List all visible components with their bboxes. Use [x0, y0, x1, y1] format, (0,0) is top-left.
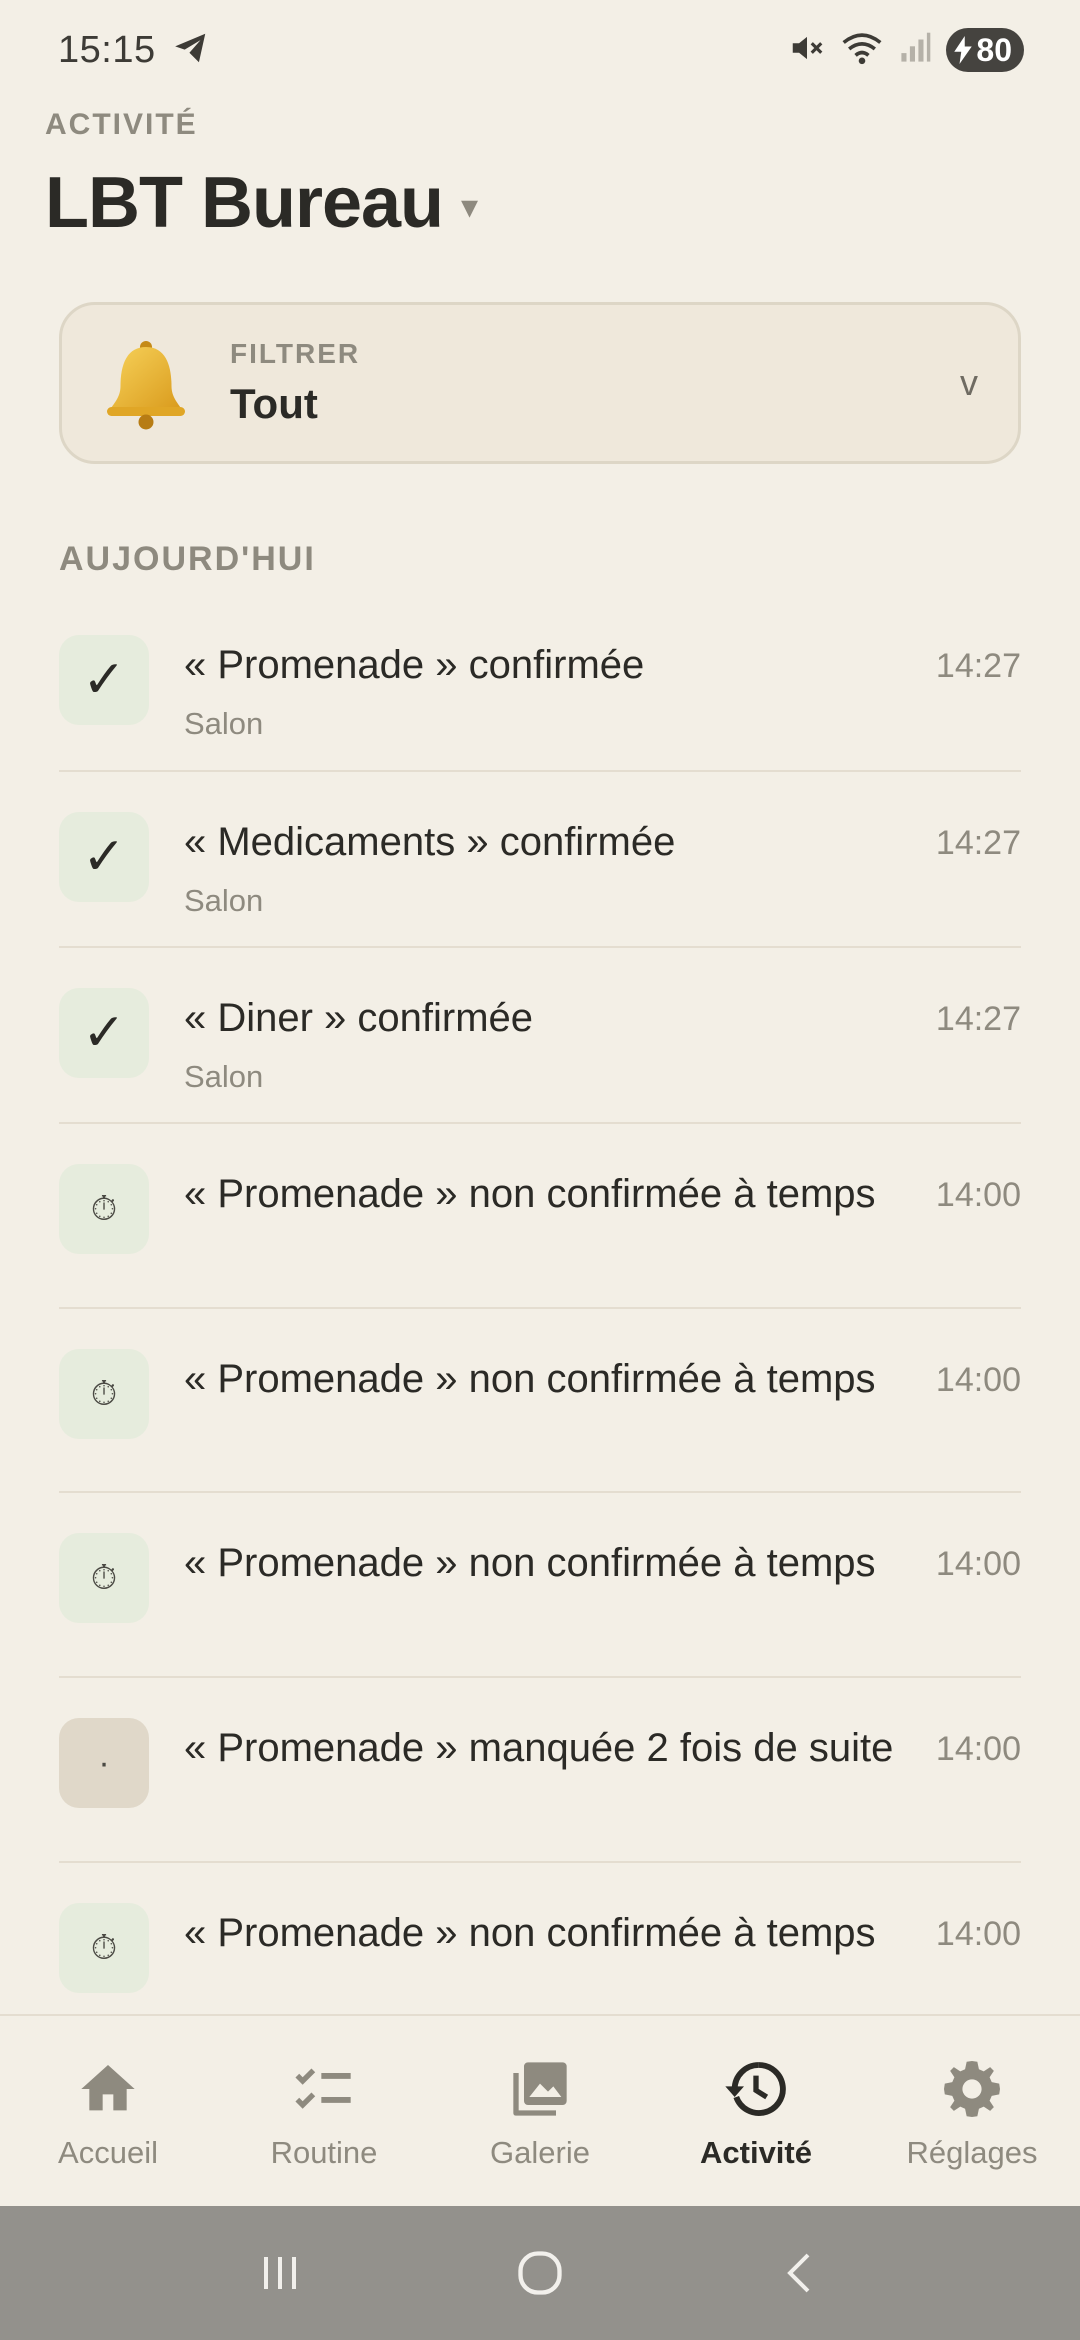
- item-title: « Promenade » non confirmée à temps: [184, 1172, 876, 1216]
- list-item[interactable]: ⏱ « Promenade » non confirmée à temps 14…: [59, 1309, 1021, 1493]
- filter-label: FILTRER: [230, 338, 361, 369]
- list-item[interactable]: ⏱ « Promenade » non confirmée à temps 14…: [59, 1124, 1021, 1309]
- item-time: 14:00: [935, 1730, 1021, 1768]
- checklist-icon: [295, 2068, 351, 2109]
- item-title: « Promenade » non confirmée à temps: [184, 1357, 876, 1401]
- filter-value: Tout: [230, 380, 318, 427]
- dot-icon: ·: [59, 1718, 149, 1808]
- list-item[interactable]: ✓ « Promenade » confirmée Salon 14:27: [59, 595, 1021, 772]
- item-subtitle: Salon: [184, 883, 264, 918]
- nav-item-home[interactable]: Accueil: [8, 2051, 208, 2171]
- status-left: 15:15: [58, 29, 210, 72]
- nav-label-gallery: Galerie: [490, 2135, 590, 2170]
- history-icon: [725, 2062, 786, 2116]
- back-icon: [787, 2253, 810, 2293]
- gear-icon: [944, 2061, 1000, 2117]
- nav-item-activity[interactable]: Activité: [656, 2051, 856, 2171]
- header: ACTIVITÉ LBT Bureau ▾: [45, 108, 478, 244]
- item-time: 14:00: [935, 1176, 1021, 1214]
- nav-label-settings: Réglages: [906, 2135, 1038, 2170]
- item-title: « Diner » confirmée: [184, 996, 534, 1040]
- page-eyebrow: ACTIVITÉ: [45, 108, 198, 141]
- status-bar: 15:15 80: [0, 0, 1080, 100]
- stopwatch-icon: ⏱: [59, 1533, 149, 1623]
- caret-down-icon: ▾: [461, 188, 479, 226]
- checkmark-icon: ✓: [59, 988, 149, 1078]
- home-system-button[interactable]: [495, 2228, 585, 2318]
- item-title: « Promenade » manquée 2 fois de suite: [184, 1726, 894, 1770]
- stopwatch-icon: ⏱: [59, 1349, 149, 1439]
- checkmark-icon: ✓: [59, 812, 149, 902]
- home-circle-icon: [518, 2251, 562, 2295]
- nav-label-home: Accueil: [58, 2135, 158, 2170]
- nav-label-routine: Routine: [270, 2135, 378, 2170]
- item-time: 14:00: [935, 1361, 1021, 1399]
- bell-icon: [107, 341, 185, 430]
- telegram-icon: [172, 29, 210, 72]
- item-time: 14:27: [935, 824, 1021, 862]
- back-button[interactable]: [755, 2228, 845, 2318]
- filter-dropdown[interactable]: FILTRER Tout v: [59, 302, 1021, 464]
- nav-item-settings[interactable]: Réglages: [872, 2051, 1072, 2171]
- list-item[interactable]: ✓ « Diner » confirmée Salon 14:27: [59, 948, 1021, 1124]
- list-item[interactable]: · « Promenade » manquée 2 fois de suite …: [59, 1678, 1021, 1863]
- item-time: 14:27: [935, 1000, 1021, 1038]
- filter-texts: FILTRER Tout: [230, 338, 960, 428]
- list-item[interactable]: ✓ « Medicaments » confirmée Salon 14:27: [59, 772, 1021, 948]
- item-time: 14:00: [935, 1915, 1021, 1953]
- list-item[interactable]: ⏱ « Promenade » non confirmée à temps 14…: [59, 1493, 1021, 1678]
- checkmark-icon: ✓: [59, 635, 149, 725]
- battery-indicator: 80: [946, 28, 1024, 72]
- location-selector[interactable]: LBT Bureau ▾: [45, 162, 478, 244]
- item-time: 14:27: [935, 647, 1021, 685]
- activity-list: ✓ « Promenade » confirmée Salon 14:27 ✓ …: [59, 595, 1021, 2048]
- nav-item-routine[interactable]: Routine: [224, 2051, 424, 2171]
- item-title: « Promenade » confirmée: [184, 643, 645, 687]
- item-subtitle: Salon: [184, 1059, 264, 1094]
- signal-icon: [898, 31, 932, 70]
- status-right: 80: [788, 28, 1024, 72]
- page-title: LBT Bureau: [45, 163, 444, 243]
- stopwatch-icon: ⏱: [59, 1903, 149, 1993]
- gallery-icon: [513, 2062, 567, 2116]
- item-title: « Medicaments » confirmée: [184, 820, 676, 864]
- wifi-icon: [840, 29, 884, 72]
- status-time: 15:15: [58, 28, 156, 71]
- item-subtitle: Salon: [184, 706, 264, 741]
- system-nav-bar: [0, 2206, 1080, 2340]
- nav-item-gallery[interactable]: Galerie: [440, 2051, 640, 2171]
- stopwatch-icon: ⏱: [59, 1164, 149, 1254]
- battery-level: 80: [976, 31, 1012, 68]
- item-title: « Promenade » non confirmée à temps: [184, 1911, 876, 1955]
- recent-apps-icon: [264, 2257, 296, 2289]
- bottom-nav: Accueil Routine Galerie Activité Réglage…: [0, 2014, 1080, 2206]
- section-title-today: AUJOURD'HUI: [59, 540, 316, 578]
- chevron-down-icon: v: [960, 362, 978, 403]
- item-title: « Promenade » non confirmée à temps: [184, 1541, 876, 1585]
- nav-label-activity: Activité: [700, 2135, 812, 2170]
- charging-icon: [954, 36, 973, 64]
- item-time: 14:00: [935, 1545, 1021, 1583]
- home-icon: [81, 2065, 135, 2111]
- mute-icon: [788, 29, 826, 72]
- recent-apps-button[interactable]: [235, 2228, 325, 2318]
